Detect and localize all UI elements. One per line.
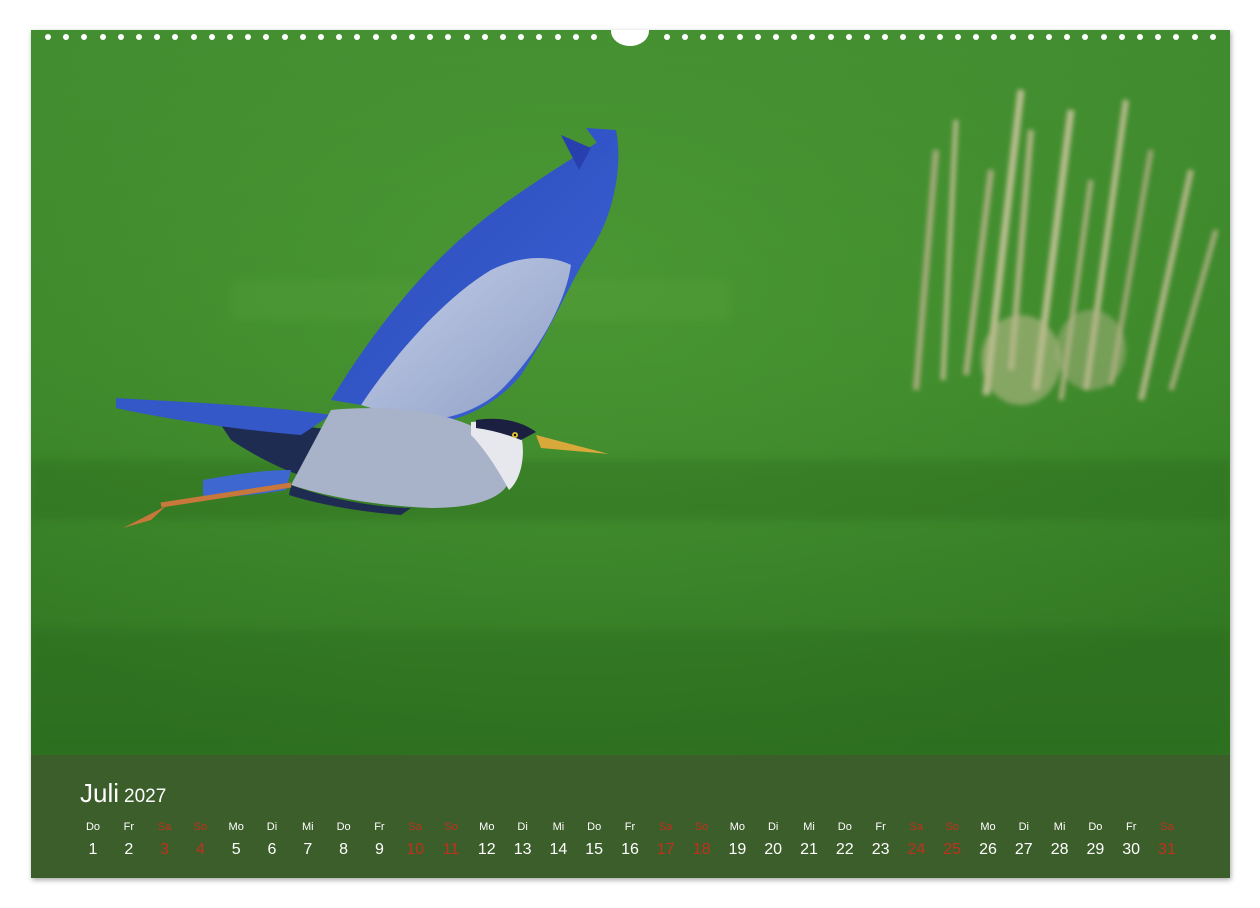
weekday-label: So (945, 821, 959, 833)
weekday-label: Di (1018, 821, 1029, 833)
day-number: 21 (800, 841, 818, 858)
weekday-label: Mi (803, 821, 815, 833)
weekday-label: Sa (157, 821, 172, 833)
weekday-label: Mo (729, 821, 746, 833)
heron-photo-illustration (31, 30, 1230, 755)
day-number: 7 (303, 841, 313, 858)
weekday-label: Mo (980, 821, 996, 833)
day-number: 16 (621, 841, 639, 858)
weekday-label: So (193, 821, 208, 833)
weekday-label: Di (767, 821, 779, 833)
calendar-page: Juli 2027 Do Fr Sa So Mo Di Mi Do Fr Sa So Mo Di Mi Do F… (31, 30, 1230, 878)
weekday-label: Do (1088, 821, 1103, 833)
month-name: Juli (80, 778, 120, 808)
day-number: 30 (1122, 841, 1141, 858)
day-number: 18 (692, 841, 711, 858)
weekday-label: Sa (659, 821, 673, 833)
day-number: 10 (406, 841, 425, 858)
day-number: 5 (231, 841, 241, 858)
day-number: 27 (1014, 841, 1033, 858)
day-number: 11 (442, 841, 460, 858)
day-number: 22 (835, 841, 854, 858)
day-number: 8 (339, 841, 349, 858)
date-row: 1 2 3 4 5 6 7 8 9 10 11 12 13 14 15 16 17 18 19 20 21 22 23 24 2… (31, 839, 1230, 861)
weekday-label: Fr (374, 821, 385, 833)
weekday-label: Fr (624, 821, 636, 833)
day-number: 9 (374, 841, 384, 858)
weekday-row: Do Fr Sa So Mo Di Mi Do Fr Sa So Mo Di Mi Do Fr Sa So Mo Di… (31, 819, 1230, 835)
day-number: 25 (943, 841, 962, 858)
heron-photo (31, 30, 1230, 755)
weekday-label: Fr (123, 821, 134, 833)
weekday-label: Di (266, 821, 278, 833)
weekday-label: Do (85, 821, 101, 833)
month-title: Juli 2027 (80, 778, 166, 812)
day-number: 3 (160, 841, 170, 858)
day-number: 14 (549, 841, 568, 858)
weekday-label: Mi (552, 821, 565, 833)
weekday-label: So (694, 821, 709, 833)
year-label: 2027 (124, 786, 167, 807)
day-number: 17 (656, 841, 675, 858)
day-number: 20 (764, 841, 783, 858)
calendar-band: Juli 2027 Do Fr Sa So Mo Di Mi Do Fr Sa So Mo Di Mi Do F… (31, 755, 1230, 878)
day-number: 31 (1158, 841, 1176, 858)
day-number: 13 (513, 841, 532, 858)
day-number: 15 (585, 841, 604, 858)
weekday-label: Do (336, 821, 351, 833)
weekday-label: Sa (909, 821, 924, 833)
day-number: 23 (871, 841, 890, 858)
weekday-label: Fr (875, 821, 886, 833)
day-number: 26 (979, 841, 997, 858)
day-number: 19 (728, 841, 747, 858)
day-number: 29 (1086, 841, 1105, 858)
day-number: 6 (267, 841, 277, 858)
weekday-label: Sa (1160, 821, 1174, 833)
day-number: 2 (124, 841, 134, 858)
weekday-label: Mi (301, 821, 314, 833)
day-number: 4 (195, 841, 205, 858)
weekday-label: Do (837, 821, 852, 833)
weekday-label: Di (517, 821, 528, 833)
weekday-label: Mo (479, 821, 495, 833)
weekday-label: Do (587, 821, 602, 833)
day-number: 12 (477, 841, 496, 858)
day-number: 1 (88, 841, 98, 858)
day-number: 28 (1050, 841, 1069, 858)
weekday-label: So (444, 821, 458, 833)
weekday-label: Sa (408, 821, 422, 833)
weekday-label: Fr (1125, 821, 1137, 833)
day-number: 24 (907, 841, 926, 858)
weekday-label: Mi (1053, 821, 1066, 833)
weekday-label: Mo (228, 821, 244, 833)
